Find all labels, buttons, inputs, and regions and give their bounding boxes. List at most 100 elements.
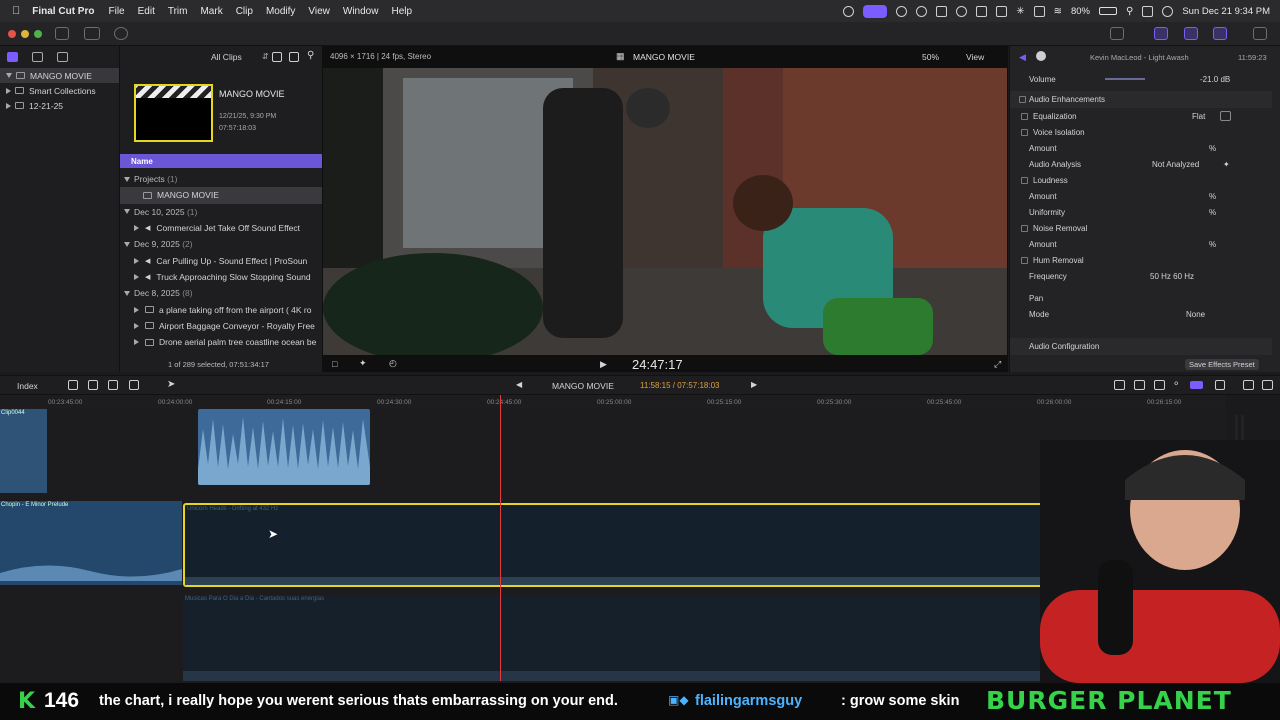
pan-header[interactable]: Pan [1010, 290, 1272, 306]
headphones-icon[interactable]: ⚬ [1172, 379, 1180, 390]
list-item[interactable]: ◀ Commercial Jet Take Off Sound Effect [120, 220, 323, 236]
analyze-icon[interactable]: ✦ [1223, 160, 1230, 169]
connect-icon[interactable] [68, 380, 78, 390]
sidebar-item-smart-collections[interactable]: Smart Collections [0, 83, 119, 98]
timeline-ruler[interactable]: 00:23:45:00 00:24:00:00 00:24:15:00 00:2… [0, 395, 1225, 409]
bluetooth-icon[interactable]: ✳ [1016, 6, 1024, 17]
skimming-icon[interactable] [1190, 381, 1203, 389]
index-button[interactable]: Index [17, 381, 38, 391]
display-icon[interactable] [996, 5, 1008, 17]
screen-record-icon[interactable] [863, 4, 888, 18]
transform-icon[interactable]: □ [332, 359, 337, 369]
browser-search-icon[interactable]: ⚲ [307, 50, 314, 61]
video-frame[interactable] [323, 68, 1007, 355]
audio-configuration-header[interactable]: Audio Configuration [1010, 338, 1272, 355]
disclosure-icon[interactable] [124, 176, 130, 182]
control-icon[interactable] [1033, 5, 1045, 17]
row-checkbox[interactable] [1021, 224, 1028, 232]
fullscreen-icon[interactable]: ⤢ [994, 359, 1001, 370]
name-column-header[interactable]: Name [120, 154, 323, 168]
clock[interactable]: Sun Dec 21 9:34 PM [1182, 6, 1270, 17]
menu-trim[interactable]: Trim [168, 6, 188, 17]
disclosure-icon[interactable] [6, 87, 11, 94]
uniformity-field[interactable]: % [1209, 208, 1216, 217]
effects-browser-icon[interactable] [1243, 380, 1254, 390]
history-forward-icon[interactable]: ▶ [751, 380, 757, 389]
amount-field[interactable]: % [1209, 192, 1216, 201]
zoom-window-button[interactable] [34, 30, 42, 38]
list-item[interactable]: Airport Baggage Conveyor - Royalty Free [120, 318, 323, 334]
volume-slider[interactable] [1105, 78, 1145, 80]
info-tab-icon[interactable] [1036, 51, 1046, 61]
snapping-icon[interactable] [1154, 380, 1165, 390]
solo-icon[interactable] [1215, 380, 1225, 390]
insert-icon[interactable] [88, 380, 98, 390]
disclosure-icon[interactable] [6, 73, 12, 78]
list-group-date[interactable]: Dec 10, 2025 (1) [120, 204, 323, 220]
section-checkbox[interactable] [1019, 96, 1026, 103]
import-icon[interactable] [55, 27, 69, 40]
volume-value[interactable]: -21.0 dB [1200, 75, 1230, 84]
disclosure-icon[interactable] [134, 306, 139, 313]
disclosure-icon[interactable] [124, 241, 130, 247]
viewer-timecode[interactable]: 24:47:17 [632, 357, 683, 372]
apple-icon[interactable]:  [12, 5, 20, 17]
menu-clip[interactable]: Clip [236, 6, 253, 17]
play-status-icon[interactable] [916, 5, 928, 17]
filmstrip-view-icon[interactable] [272, 52, 282, 62]
disclosure-icon[interactable] [124, 209, 130, 215]
globe-icon[interactable] [956, 5, 968, 17]
timeline-project-name[interactable]: MANGO MOVIE [552, 381, 614, 391]
play-button[interactable]: ▶ [600, 359, 607, 370]
app-name-menu[interactable]: Final Cut Pro [32, 6, 94, 17]
control-center-icon[interactable] [1142, 5, 1154, 17]
siri-icon[interactable] [1162, 5, 1174, 17]
clip-appearance-icon[interactable] [1114, 380, 1125, 390]
music-clip-left[interactable]: Chopin - E Minor Prelude [0, 501, 182, 585]
view-dropdown[interactable]: View [966, 52, 984, 62]
list-item[interactable]: a plane taking off from the airport ( 4K… [120, 301, 323, 317]
list-item[interactable]: MANGO MOVIE [120, 187, 323, 204]
disclosure-icon[interactable] [134, 257, 139, 264]
status-icon-1[interactable] [843, 5, 855, 17]
list-item[interactable]: ◀ Truck Approaching Slow Stopping Sound [120, 269, 323, 285]
amount-field[interactable]: % [1209, 144, 1216, 153]
menu-window[interactable]: Window [343, 6, 379, 17]
disclosure-icon[interactable] [134, 339, 139, 346]
amount-field[interactable]: % [1209, 240, 1216, 249]
background-tasks-icon[interactable] [114, 27, 128, 40]
sidebar-item-event[interactable]: 12-21-25 [0, 98, 119, 113]
row-checkbox[interactable] [1021, 128, 1028, 136]
photos-icon[interactable] [32, 52, 43, 62]
disclosure-icon[interactable] [134, 225, 139, 232]
save-effects-preset-button[interactable]: Save Effects Preset [1185, 359, 1259, 370]
list-view-icon[interactable] [289, 52, 299, 62]
list-group-projects[interactable]: Projects (1) [120, 171, 323, 187]
libraries-icon[interactable] [7, 52, 18, 62]
volume-icon[interactable] [936, 5, 948, 17]
sidebar-item-library[interactable]: MANGO MOVIE [0, 68, 119, 83]
close-window-button[interactable] [8, 30, 16, 38]
layout-inspector-icon[interactable] [1213, 27, 1227, 40]
transitions-icon[interactable] [1262, 380, 1273, 390]
status-icon-2[interactable] [896, 5, 908, 17]
enhance-icon[interactable]: ✦ [359, 358, 367, 369]
row-checkbox[interactable] [1021, 256, 1028, 264]
clip-filter-dropdown[interactable]: All Clips [211, 52, 242, 62]
zoom-dropdown[interactable]: 50% [922, 52, 939, 62]
audio-enhancements-header[interactable]: Audio Enhancements [1010, 91, 1272, 108]
minimize-window-button[interactable] [21, 30, 29, 38]
speed-icon[interactable]: ◴ [389, 358, 397, 369]
disclosure-icon[interactable] [134, 273, 139, 280]
frequency-options[interactable]: 50 Hz 60 Hz [1150, 272, 1194, 281]
row-checkbox[interactable] [1021, 176, 1028, 184]
menu-edit[interactable]: Edit [138, 6, 155, 17]
overwrite-icon[interactable] [129, 380, 139, 390]
selected-audio-clip[interactable]: Unicorn Heads - Drifting at 432 Hz [183, 503, 1125, 587]
select-tool-icon[interactable]: ➤ [167, 379, 175, 390]
menu-mark[interactable]: Mark [200, 6, 222, 17]
append-icon[interactable] [108, 380, 118, 390]
row-checkbox[interactable] [1021, 112, 1028, 120]
audio-inspector-tab-icon[interactable]: ◀ [1019, 52, 1026, 63]
list-group-date[interactable]: Dec 8, 2025 (8) [120, 285, 323, 301]
